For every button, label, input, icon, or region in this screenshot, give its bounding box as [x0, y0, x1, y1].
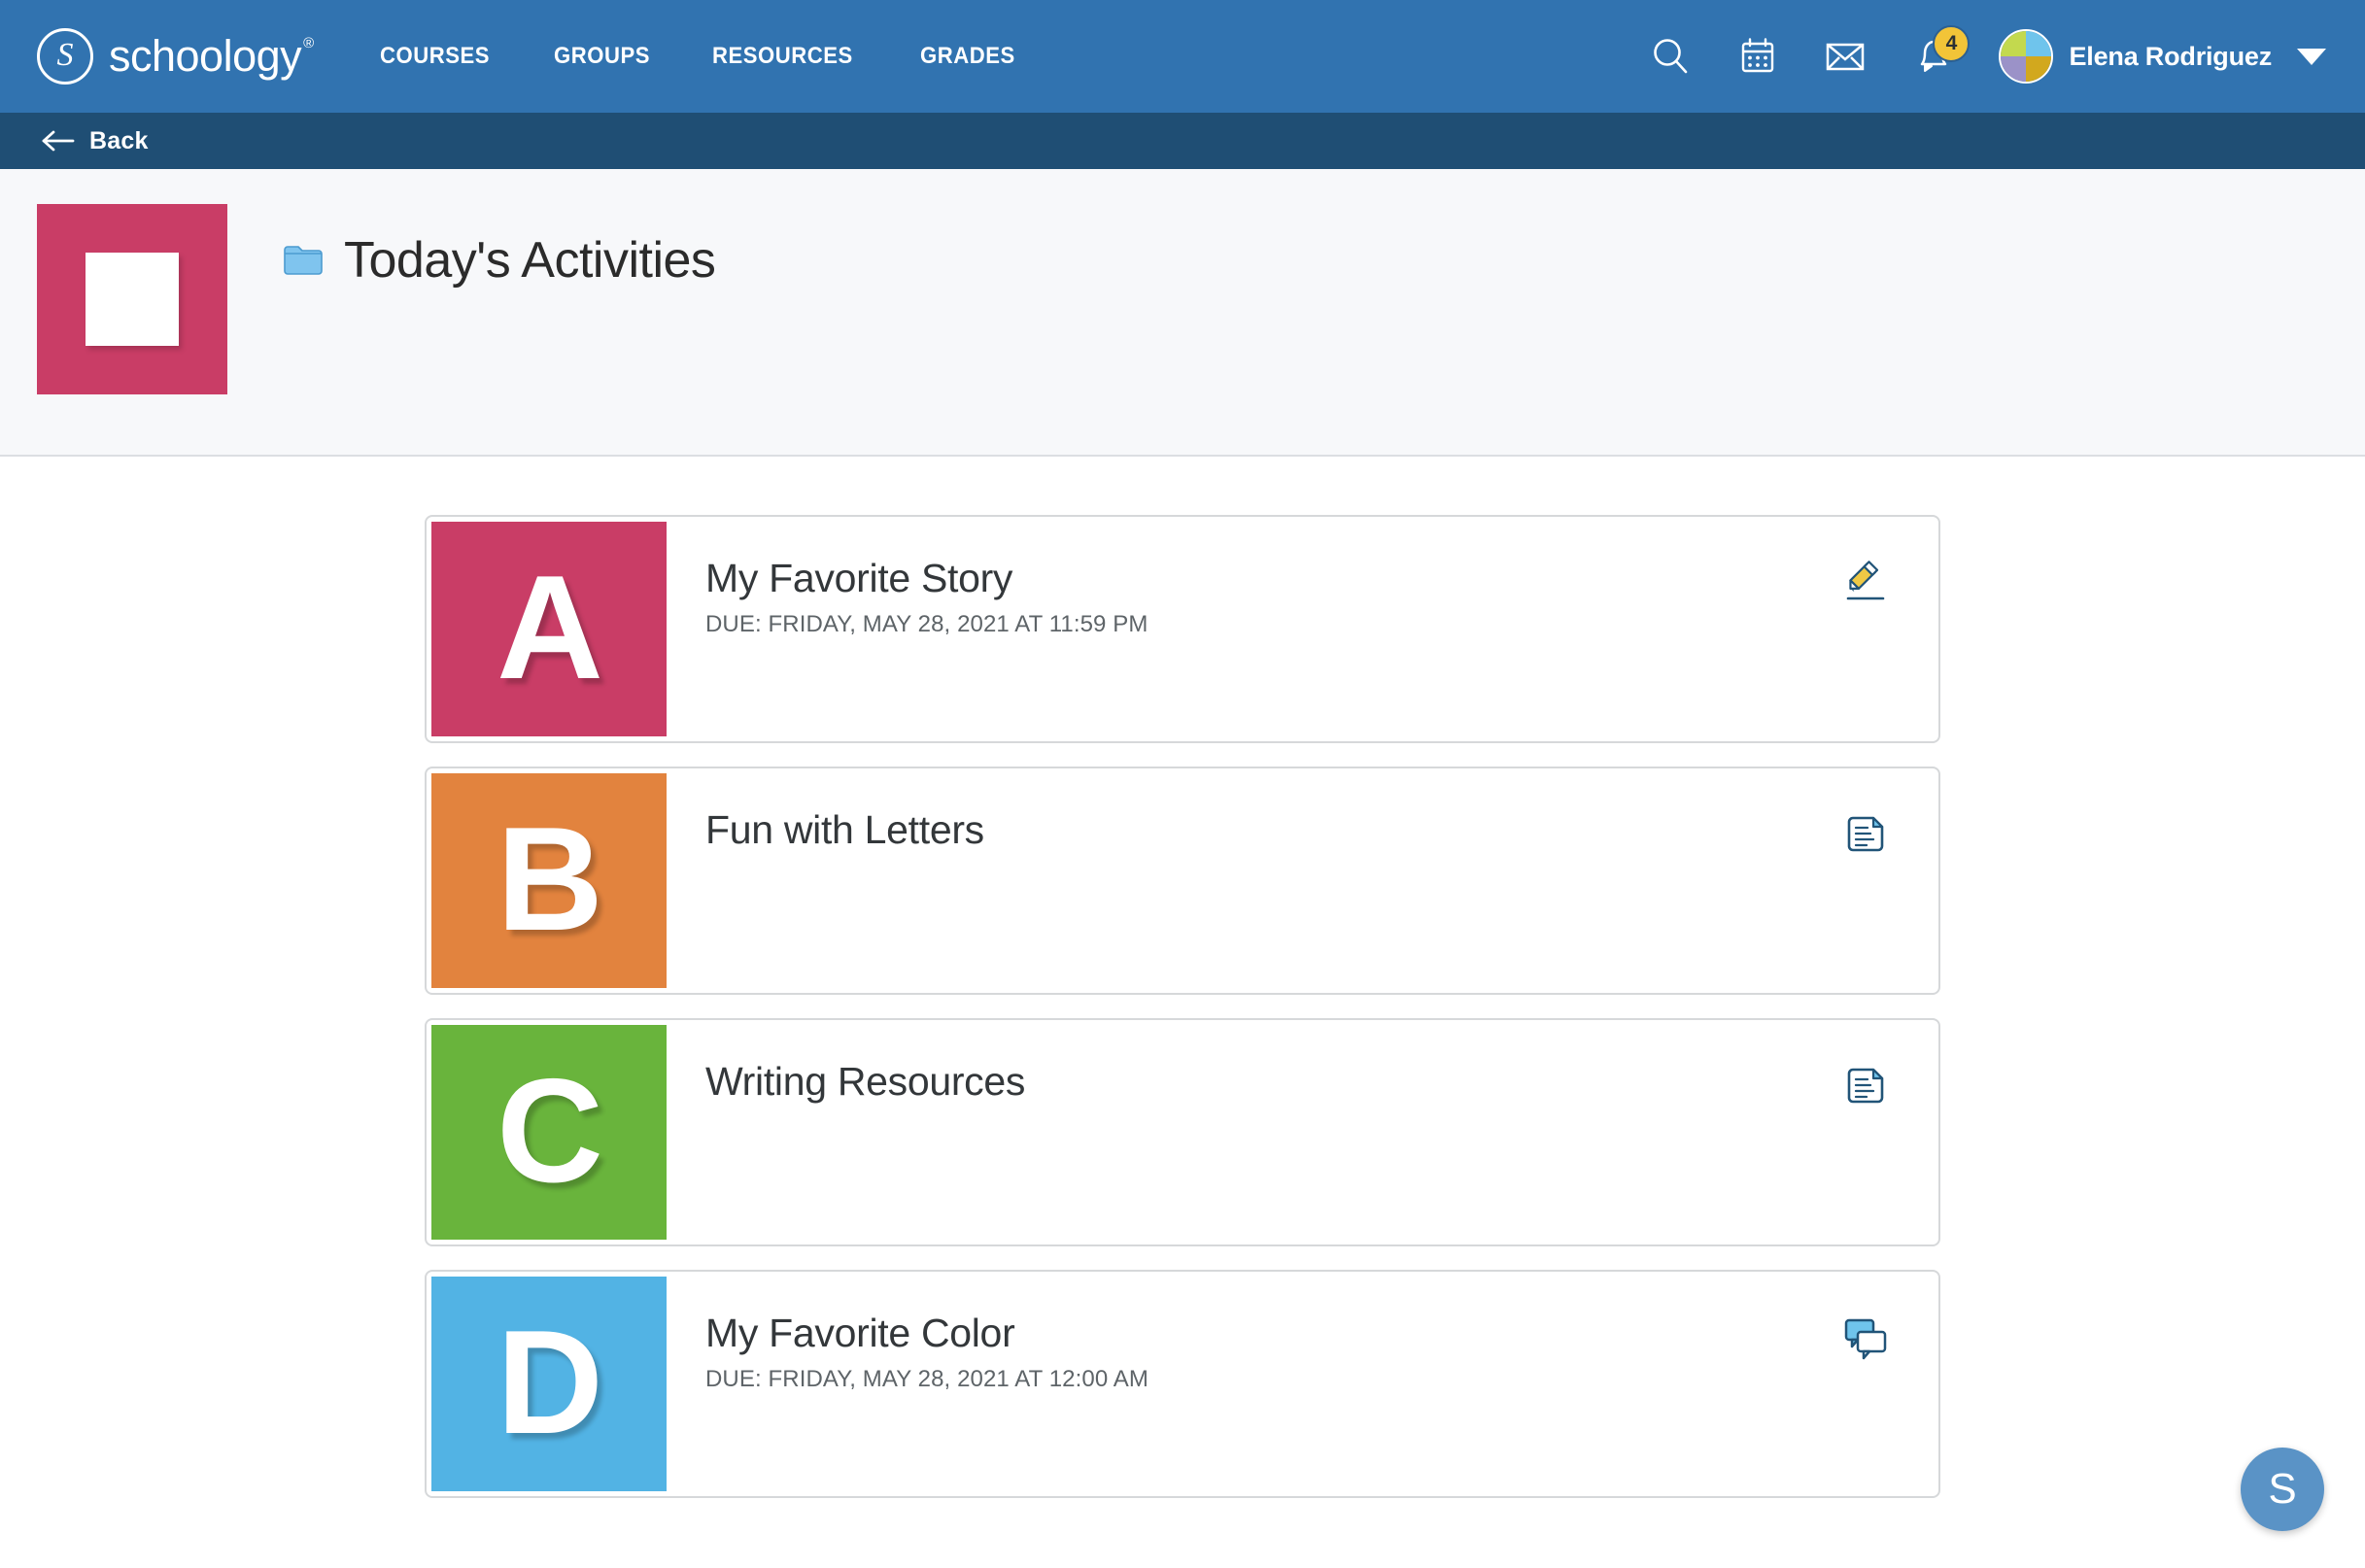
activity-list: A My Favorite Story DUE: FRIDAY, MAY 28,…: [425, 515, 1940, 1498]
item-letter: C: [497, 1057, 601, 1205]
item-title: My Favorite Story: [705, 556, 1793, 601]
schoology-help-button[interactable]: S: [2241, 1448, 2324, 1531]
course-thumbnail[interactable]: [37, 204, 227, 394]
brand-trademark: ®: [303, 35, 314, 51]
avatar: [1999, 29, 2053, 84]
messages-button[interactable]: [1818, 29, 1872, 84]
notifications-button[interactable]: 4: [1905, 29, 1960, 84]
calendar-icon: [1736, 35, 1779, 78]
list-item[interactable]: B Fun with Letters: [425, 767, 1940, 995]
list-item[interactable]: C Writing Resources: [425, 1018, 1940, 1246]
item-type-action[interactable]: [1793, 768, 1938, 993]
chevron-down-icon: [2297, 49, 2326, 65]
item-title: My Favorite Color: [705, 1311, 1793, 1356]
top-bar-actions: 4 Elena Rodriguez: [1643, 29, 2326, 84]
nav-item-resources[interactable]: RESOURCES: [712, 43, 853, 70]
brand-wordmark: schoology®: [109, 31, 312, 82]
search-icon: [1649, 35, 1692, 78]
back-button-label: Back: [89, 127, 149, 155]
item-letter: D: [497, 1309, 601, 1456]
envelope-icon: [1823, 34, 1868, 79]
item-letter-tile: C: [431, 1025, 667, 1240]
calendar-button[interactable]: [1731, 29, 1785, 84]
list-item[interactable]: A My Favorite Story DUE: FRIDAY, MAY 28,…: [425, 515, 1940, 743]
top-navigation-bar: S schoology® COURSES GROUPS RESOURCES GR…: [0, 0, 2365, 113]
item-type-action[interactable]: [1793, 517, 1938, 741]
primary-nav: COURSES GROUPS RESOURCES GRADES: [380, 43, 1023, 70]
search-button[interactable]: [1643, 29, 1697, 84]
assignment-pencil-icon: [1840, 560, 1891, 608]
page-title: Today's Activities: [344, 231, 715, 290]
page-document-icon: [1841, 1063, 1890, 1111]
back-button[interactable]: Back: [41, 127, 149, 155]
brand-name-text: schoology: [109, 31, 301, 81]
schoology-logo-mark-icon: S: [37, 28, 93, 85]
item-due-date: DUE: FRIDAY, MAY 28, 2021 AT 11:59 PM: [705, 611, 1793, 638]
course-thumbnail-letter: [86, 253, 179, 346]
item-body: My Favorite Story DUE: FRIDAY, MAY 28, 2…: [667, 517, 1793, 741]
arrow-left-icon: [41, 128, 76, 153]
list-item[interactable]: D My Favorite Color DUE: FRIDAY, MAY 28,…: [425, 1270, 1940, 1498]
page-root: S schoology® COURSES GROUPS RESOURCES GR…: [0, 0, 2365, 1568]
item-title: Fun with Letters: [705, 807, 1793, 853]
item-letter-tile: D: [431, 1277, 667, 1491]
item-type-action[interactable]: [1793, 1272, 1938, 1496]
item-body: My Favorite Color DUE: FRIDAY, MAY 28, 2…: [667, 1272, 1793, 1496]
user-name-label: Elena Rodriguez: [2069, 42, 2272, 72]
content-area: A My Favorite Story DUE: FRIDAY, MAY 28,…: [0, 457, 2365, 1568]
item-type-action[interactable]: [1793, 1020, 1938, 1244]
item-title: Writing Resources: [705, 1059, 1793, 1105]
item-letter: A: [497, 554, 601, 701]
item-due-date: DUE: FRIDAY, MAY 28, 2021 AT 12:00 AM: [705, 1366, 1793, 1393]
logo-letter: S: [57, 39, 74, 72]
item-letter-tile: B: [431, 773, 667, 988]
user-menu[interactable]: Elena Rodriguez: [1999, 29, 2326, 84]
item-body: Writing Resources: [667, 1020, 1793, 1244]
page-document-icon: [1841, 811, 1890, 860]
schoology-logo[interactable]: S schoology®: [37, 28, 312, 85]
page-header: Today's Activities: [0, 169, 2365, 457]
nav-item-courses[interactable]: COURSES: [380, 43, 490, 70]
folder-icon: [282, 242, 325, 279]
item-letter-tile: A: [431, 522, 667, 736]
notification-count-badge: 4: [1933, 25, 1970, 62]
discussion-bubbles-icon: [1840, 1314, 1891, 1361]
item-letter: B: [497, 805, 601, 953]
nav-item-groups[interactable]: GROUPS: [554, 43, 650, 70]
item-body: Fun with Letters: [667, 768, 1793, 993]
back-bar: Back: [0, 113, 2365, 169]
page-title-row: Today's Activities: [282, 231, 715, 290]
nav-item-grades[interactable]: GRADES: [920, 43, 1015, 70]
